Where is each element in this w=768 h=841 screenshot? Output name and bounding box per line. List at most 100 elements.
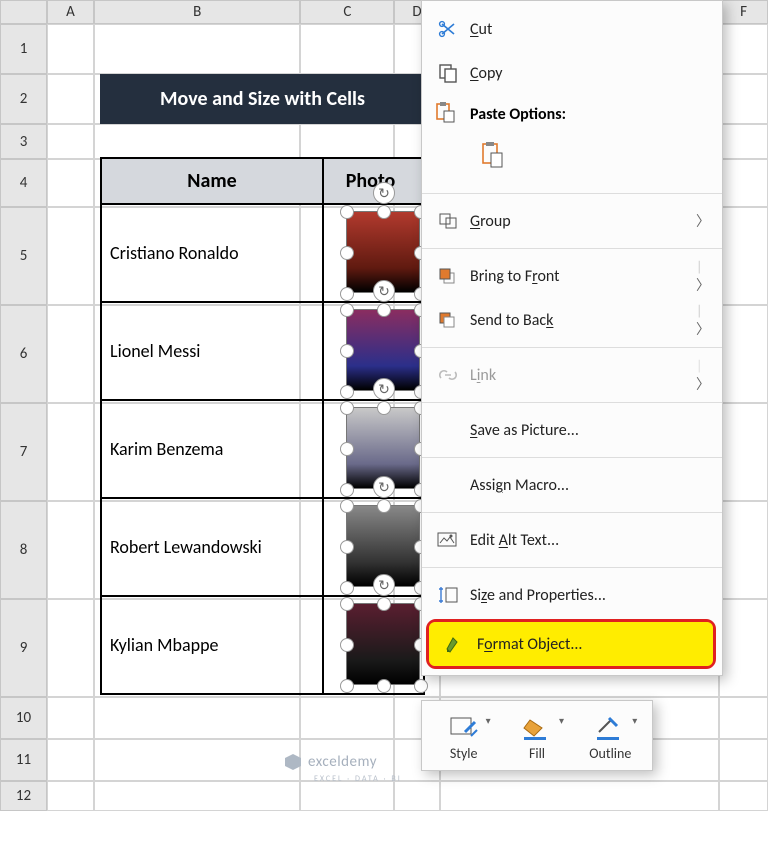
cell[interactable] xyxy=(94,24,300,74)
cell[interactable] xyxy=(47,403,94,501)
cell[interactable] xyxy=(440,781,720,811)
cell[interactable] xyxy=(719,599,768,697)
col-header[interactable]: C xyxy=(300,0,394,24)
cell[interactable] xyxy=(300,124,394,159)
row-header[interactable]: 5 xyxy=(0,207,47,305)
rotation-handle[interactable]: ↻ xyxy=(373,182,395,204)
menu-size-and-properties[interactable]: Size and Properties... xyxy=(422,573,722,617)
cell[interactable] xyxy=(47,24,94,74)
cell[interactable] xyxy=(47,207,94,305)
row-header[interactable]: 11 xyxy=(0,739,47,781)
selection-handle[interactable] xyxy=(377,205,391,219)
selection-handle[interactable] xyxy=(377,499,391,513)
cell[interactable] xyxy=(300,697,394,739)
cell[interactable] xyxy=(47,305,94,403)
cell[interactable] xyxy=(394,781,439,811)
row-header[interactable]: 6 xyxy=(0,305,47,403)
menu-cut[interactable]: Cut xyxy=(422,7,722,51)
cell[interactable] xyxy=(94,781,300,811)
selection-handle[interactable] xyxy=(340,679,354,693)
cell[interactable] xyxy=(719,739,768,781)
selection-handle[interactable] xyxy=(377,679,391,693)
menu-save-as-picture[interactable]: Save as Picture... xyxy=(422,408,722,452)
cell[interactable] xyxy=(47,501,94,599)
paste-option-button[interactable] xyxy=(472,132,512,178)
name-cell[interactable]: Cristiano Ronaldo xyxy=(102,205,324,301)
cell[interactable] xyxy=(47,599,94,697)
selection-handle[interactable] xyxy=(340,385,354,399)
cell[interactable] xyxy=(719,781,768,811)
row-header[interactable]: 3 xyxy=(0,124,47,159)
selection-handle[interactable] xyxy=(377,597,391,611)
cell[interactable] xyxy=(47,124,94,159)
cell[interactable] xyxy=(47,781,94,811)
row-header[interactable]: 9 xyxy=(0,599,47,697)
selection-handle[interactable] xyxy=(340,246,354,260)
selection-handle[interactable] xyxy=(340,638,354,652)
mini-style[interactable]: ▾ Style xyxy=(432,711,495,762)
cell[interactable] xyxy=(719,159,768,207)
col-header[interactable]: F xyxy=(719,0,768,24)
name-cell[interactable]: Lionel Messi xyxy=(102,303,324,399)
col-header[interactable]: A xyxy=(47,0,94,24)
mini-outline[interactable]: ▾ Outline xyxy=(579,711,642,762)
menu-assign-macro[interactable]: Assign Macro... xyxy=(422,463,722,507)
selection-handle[interactable] xyxy=(340,540,354,554)
selection-handle[interactable] xyxy=(340,442,354,456)
rotation-handle[interactable]: ↻ xyxy=(373,280,395,302)
photo-cell[interactable]: ↻ xyxy=(324,597,423,693)
cell[interactable] xyxy=(47,697,94,739)
cell[interactable] xyxy=(47,74,94,124)
cell[interactable] xyxy=(719,697,768,739)
name-cell[interactable]: Kylian Mbappe xyxy=(102,597,324,693)
row-header[interactable]: 10 xyxy=(0,697,47,739)
mini-fill[interactable]: ▾ Fill xyxy=(505,711,568,762)
selection-handle[interactable] xyxy=(340,597,354,611)
cell[interactable] xyxy=(719,207,768,305)
selection-handle[interactable] xyxy=(377,303,391,317)
rotation-handle[interactable]: ↻ xyxy=(373,574,395,596)
selection-handle[interactable] xyxy=(340,205,354,219)
menu-bring-to-front[interactable]: Bring to Front | 〉 xyxy=(422,254,722,298)
cell[interactable] xyxy=(47,159,94,207)
name-cell[interactable]: Karim Benzema xyxy=(102,401,324,497)
selection-handle[interactable] xyxy=(340,483,354,497)
cell[interactable] xyxy=(94,124,300,159)
cell[interactable] xyxy=(719,403,768,501)
cell[interactable] xyxy=(719,305,768,403)
row-header[interactable]: 1 xyxy=(0,24,47,74)
selection-handle[interactable] xyxy=(414,679,428,693)
cell[interactable] xyxy=(94,697,300,739)
selection-handle[interactable] xyxy=(340,401,354,415)
cell[interactable] xyxy=(47,739,94,781)
selection-handle[interactable] xyxy=(340,303,354,317)
menu-format-object[interactable]: Format Object... xyxy=(429,622,713,666)
menu-send-to-back[interactable]: Send to Back | 〉 xyxy=(422,298,722,342)
menu-copy[interactable]: Copy xyxy=(422,51,722,95)
selection-handle[interactable] xyxy=(340,499,354,513)
rotation-handle[interactable]: ↻ xyxy=(373,476,395,498)
row-header[interactable]: 2 xyxy=(0,74,47,124)
cell[interactable] xyxy=(719,74,768,124)
cell[interactable] xyxy=(719,24,768,74)
row-header[interactable]: 4 xyxy=(0,159,47,207)
cell[interactable] xyxy=(719,501,768,599)
row-header[interactable]: 12 xyxy=(0,781,47,811)
select-all-corner[interactable] xyxy=(0,0,47,24)
col-header[interactable]: B xyxy=(94,0,300,24)
cell[interactable] xyxy=(719,124,768,159)
menu-group[interactable]: Group 〉 xyxy=(422,199,722,243)
selection-handle[interactable] xyxy=(340,344,354,358)
rotation-handle[interactable]: ↻ xyxy=(373,378,395,400)
selection-handle[interactable] xyxy=(377,401,391,415)
selection-handle[interactable] xyxy=(340,581,354,595)
cell[interactable] xyxy=(94,739,300,781)
name-cell[interactable]: Robert Lewandowski xyxy=(102,499,324,595)
photo-image[interactable]: ↻ xyxy=(346,603,420,685)
row-header[interactable]: 8 xyxy=(0,501,47,599)
cell[interactable] xyxy=(300,781,394,811)
row-header[interactable]: 7 xyxy=(0,403,47,501)
cell[interactable] xyxy=(300,24,394,74)
selection-handle[interactable] xyxy=(340,287,354,301)
menu-edit-alt-text[interactable]: Edit Alt Text... xyxy=(422,518,722,562)
